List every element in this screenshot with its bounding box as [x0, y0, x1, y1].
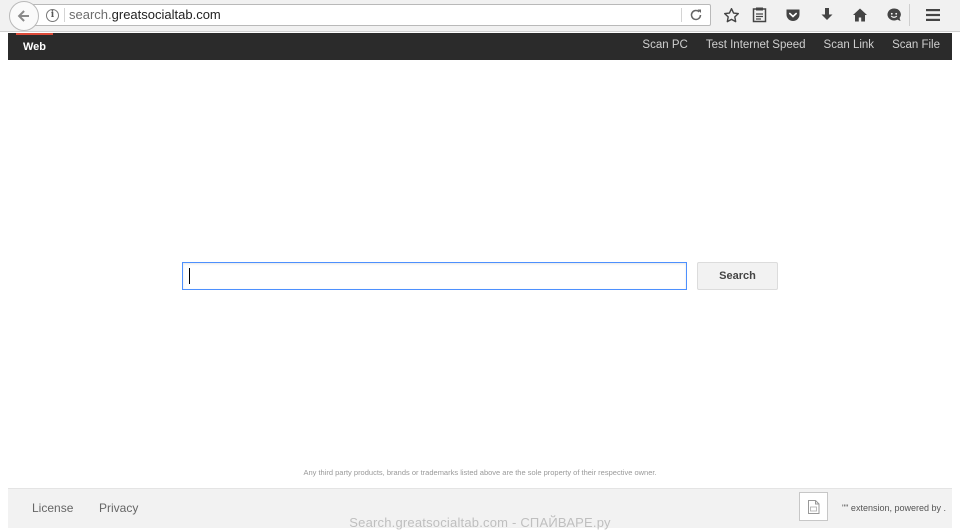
url-prefix: search.: [69, 7, 112, 22]
info-icon[interactable]: i: [46, 9, 59, 22]
url-domain: greatsocialtab.com: [111, 7, 221, 22]
reading-list-icon: [752, 7, 766, 23]
home-icon: [853, 8, 867, 22]
reading-list-button[interactable]: [748, 4, 770, 26]
footer-link-license[interactable]: License: [32, 501, 73, 515]
search-button[interactable]: Search: [697, 262, 778, 290]
top-navigation: Web Scan PC Test Internet Speed Scan Lin…: [8, 33, 952, 60]
home-button[interactable]: [849, 4, 871, 26]
url-text[interactable]: search.greatsocialtab.com: [69, 7, 221, 23]
bookmark-button[interactable]: [720, 4, 742, 26]
back-button[interactable]: [9, 1, 39, 31]
toolbar-separator: [909, 4, 910, 26]
hello-button[interactable]: [883, 4, 905, 26]
bookmark-star-icon: [723, 7, 739, 22]
extension-image-icon: [807, 499, 819, 514]
menu-button[interactable]: [922, 4, 944, 26]
pocket-icon: [786, 9, 800, 21]
nav-tab-web[interactable]: Web: [16, 33, 54, 60]
hello-chat-icon: [887, 8, 901, 21]
nav-links: Scan PC Test Internet Speed Scan Link Sc…: [624, 33, 940, 60]
disclaimer-text: Any third party products, brands or trad…: [303, 468, 657, 477]
downloads-button[interactable]: [816, 4, 838, 26]
nav-link-scan-pc[interactable]: Scan PC: [642, 33, 687, 60]
url-bar[interactable]: i search.greatsocialtab.com: [30, 4, 711, 26]
back-arrow-icon: [17, 10, 29, 22]
reload-icon[interactable]: [688, 7, 704, 23]
pocket-button[interactable]: [782, 4, 804, 26]
footer-link-privacy[interactable]: Privacy: [99, 501, 138, 515]
url-divider: [64, 8, 65, 22]
browser-window: i search.greatsocialtab.com Web Scan PC …: [0, 0, 960, 531]
search-input[interactable]: [182, 262, 687, 290]
hamburger-menu-icon: [926, 9, 940, 21]
nav-link-scan-file[interactable]: Scan File: [892, 33, 940, 60]
extension-powered-by-text: "" extension, powered by .: [842, 503, 946, 513]
nav-link-test-internet-speed[interactable]: Test Internet Speed: [706, 33, 806, 60]
text-caret: [189, 268, 190, 284]
browser-toolbar: i search.greatsocialtab.com: [0, 0, 960, 32]
nav-link-scan-link[interactable]: Scan Link: [824, 33, 875, 60]
page-content: Web Scan PC Test Internet Speed Scan Lin…: [8, 33, 952, 528]
watermark-text: Search.greatsocialtab.com - СПАЙВАРЕ.ру: [349, 515, 611, 530]
download-icon: [821, 8, 833, 20]
reload-divider: [681, 8, 682, 22]
